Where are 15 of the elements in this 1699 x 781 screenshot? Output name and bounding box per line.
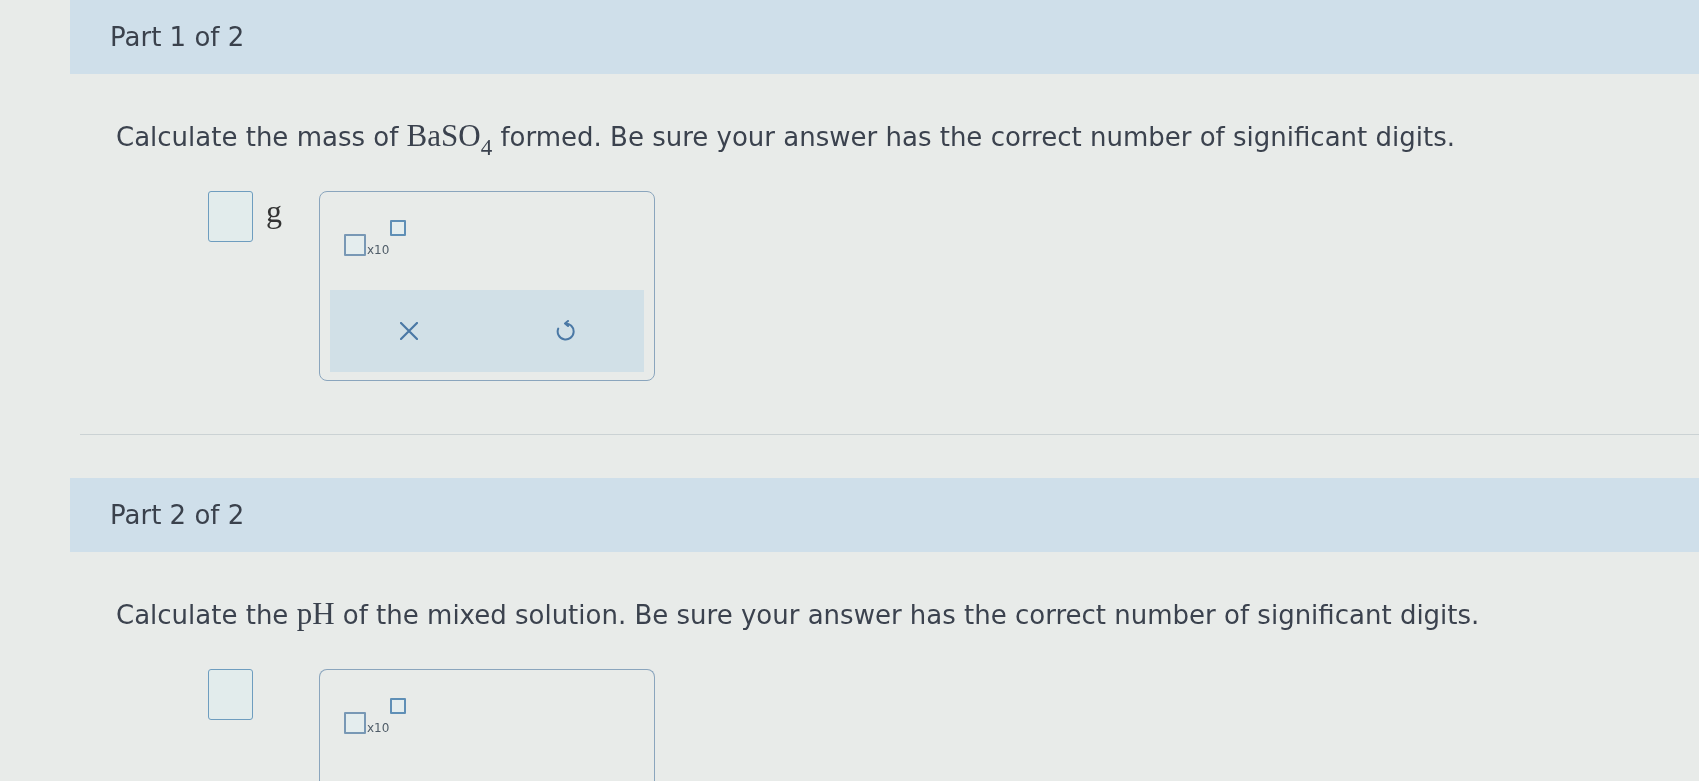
square-icon — [344, 712, 366, 734]
close-icon — [399, 322, 418, 340]
part-heading: Part 2 of 2 — [70, 478, 1699, 552]
scientific-notation-button[interactable]: x10 — [344, 698, 407, 734]
square-icon — [344, 234, 366, 256]
scientific-notation-button[interactable]: x10 — [344, 220, 407, 256]
answer-box[interactable] — [208, 669, 253, 720]
square-icon — [390, 220, 407, 236]
question-text: Calculate the pH of the mixed solution. Be sure your answer has the correct number of significant digits. — [116, 598, 1480, 631]
square-icon — [390, 698, 407, 714]
part-heading: Part 1 of 2 — [70, 0, 1699, 74]
question-text: Calculate the mass of BaSO$_{4}$ formed. Be sure your answer has the correct number of significant digits. — [116, 120, 1455, 153]
answer-box[interactable] — [208, 191, 253, 242]
undo-icon — [555, 320, 576, 342]
unit-label: g — [266, 195, 282, 227]
